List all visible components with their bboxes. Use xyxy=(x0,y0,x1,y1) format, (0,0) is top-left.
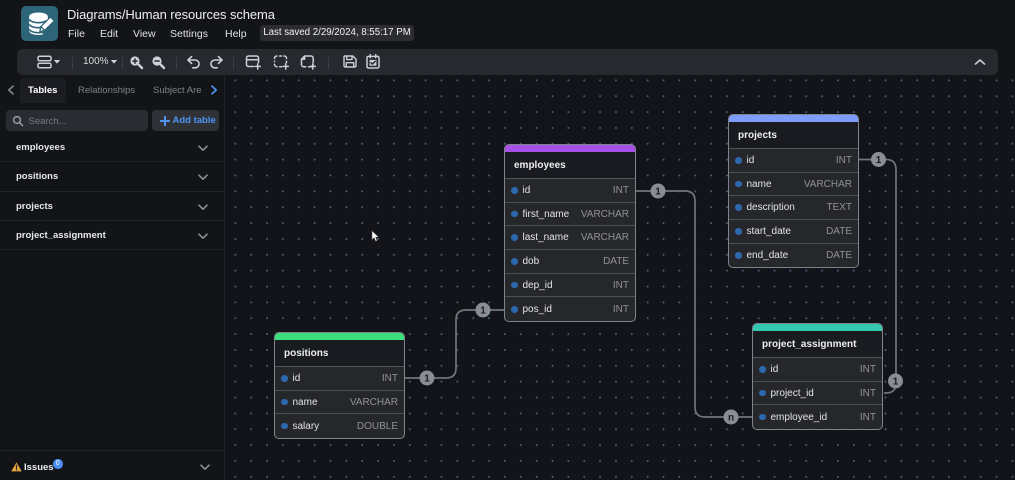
svg-text:1: 1 xyxy=(480,306,486,317)
svg-text:1: 1 xyxy=(655,187,661,198)
svg-text:1: 1 xyxy=(876,155,882,166)
svg-text:1: 1 xyxy=(424,374,430,385)
svg-text:1: 1 xyxy=(893,377,899,388)
svg-text:n: n xyxy=(728,413,734,424)
